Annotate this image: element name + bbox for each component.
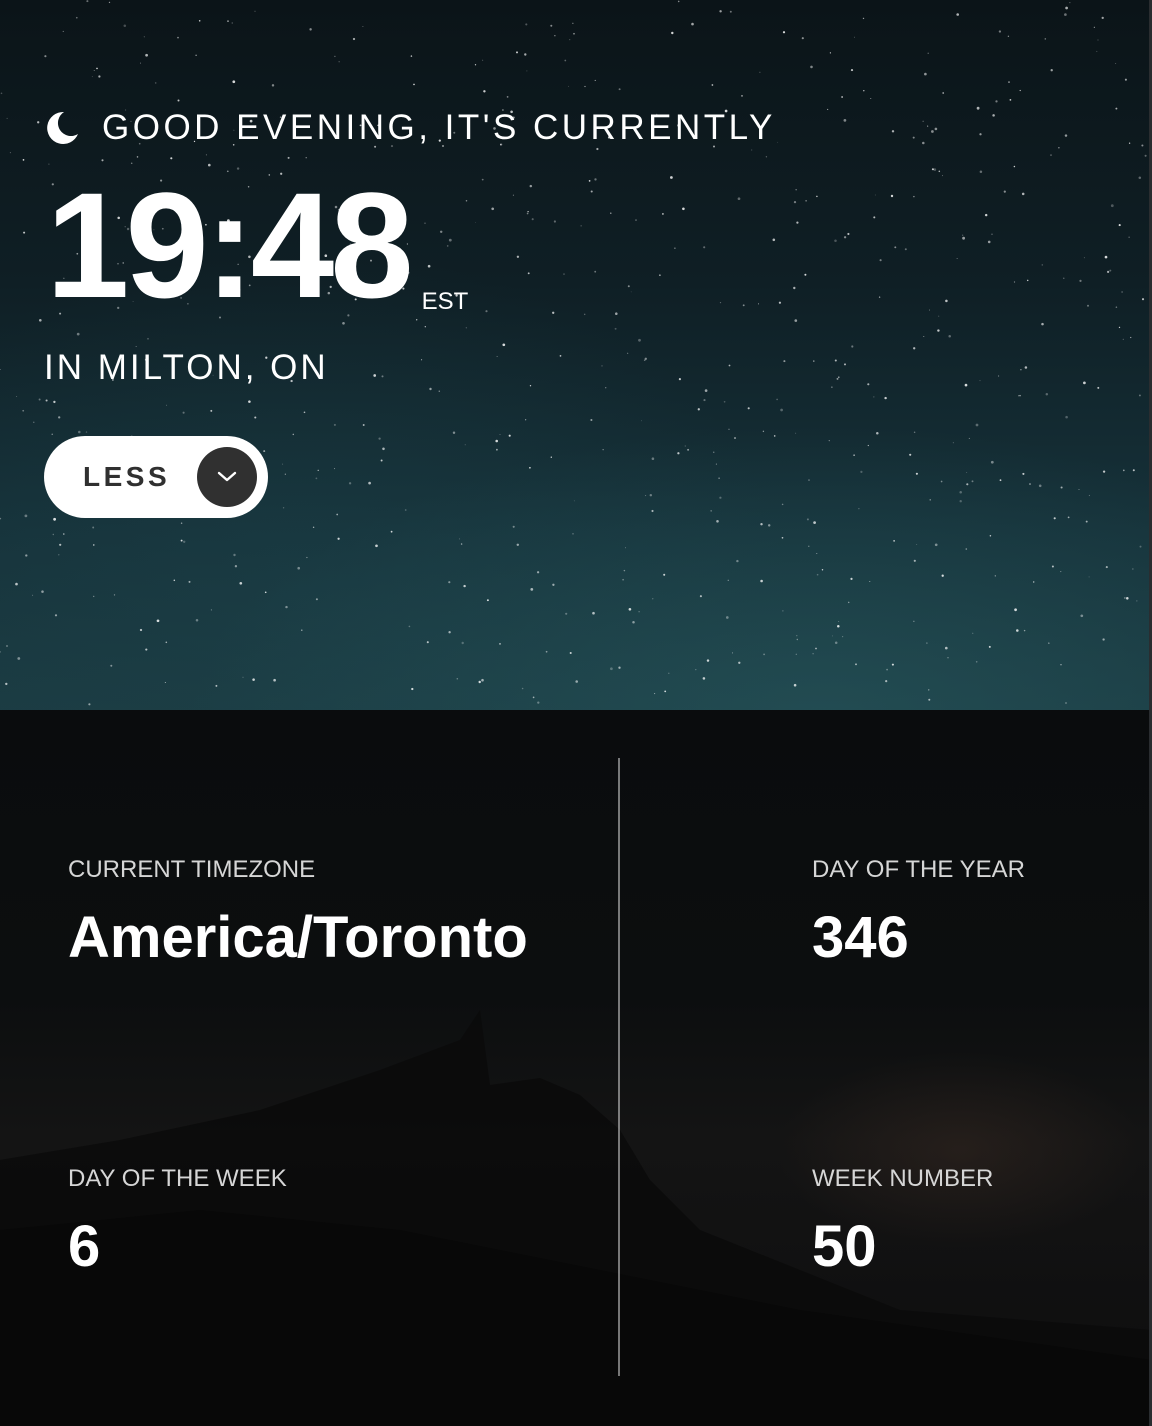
- details-panel: CURRENT TIMEZONE America/Toronto DAY OF …: [0, 710, 1152, 1426]
- location-text: IN MILTON, ON: [44, 348, 329, 387]
- less-toggle-button[interactable]: LESS: [44, 436, 268, 518]
- week-number-value: 50: [812, 1214, 877, 1279]
- mountain-silhouette-decoration: [0, 1010, 1152, 1426]
- toggle-arrow-circle[interactable]: [197, 447, 257, 507]
- timezone-label: CURRENT TIMEZONE: [68, 856, 316, 883]
- day-of-week-stat: DAY OF THE WEEK 6: [68, 1165, 287, 1279]
- column-divider: [618, 758, 620, 1376]
- greeting-text: GOOD EVENING, IT'S CURRENTLY: [102, 108, 776, 147]
- timezone-stat: CURRENT TIMEZONE America/Toronto: [68, 856, 528, 970]
- starry-sky-background: GOOD EVENING, IT'S CURRENTLY 19:48 EST I…: [0, 0, 1152, 710]
- day-of-week-label: DAY OF THE WEEK: [68, 1165, 287, 1192]
- clock-app: GOOD EVENING, IT'S CURRENTLY 19:48 EST I…: [0, 0, 1152, 1426]
- week-number-label: WEEK NUMBER: [812, 1165, 994, 1192]
- timezone-value: America/Toronto: [68, 905, 528, 970]
- timezone-abbreviation: EST: [421, 288, 469, 315]
- clock-display: 19:48 EST: [46, 170, 468, 320]
- week-number-stat: WEEK NUMBER 50: [812, 1165, 993, 1279]
- moon-icon: [44, 110, 80, 146]
- day-of-year-value: 346: [812, 905, 909, 970]
- day-of-year-label: DAY OF THE YEAR: [812, 856, 1025, 883]
- day-of-week-value: 6: [68, 1214, 101, 1279]
- current-time: 19:48: [46, 161, 414, 329]
- day-of-year-stat: DAY OF THE YEAR 346: [812, 856, 1025, 970]
- toggle-label: LESS: [83, 461, 171, 492]
- chevron-down-icon: [217, 471, 237, 482]
- greeting: GOOD EVENING, IT'S CURRENTLY: [44, 108, 776, 148]
